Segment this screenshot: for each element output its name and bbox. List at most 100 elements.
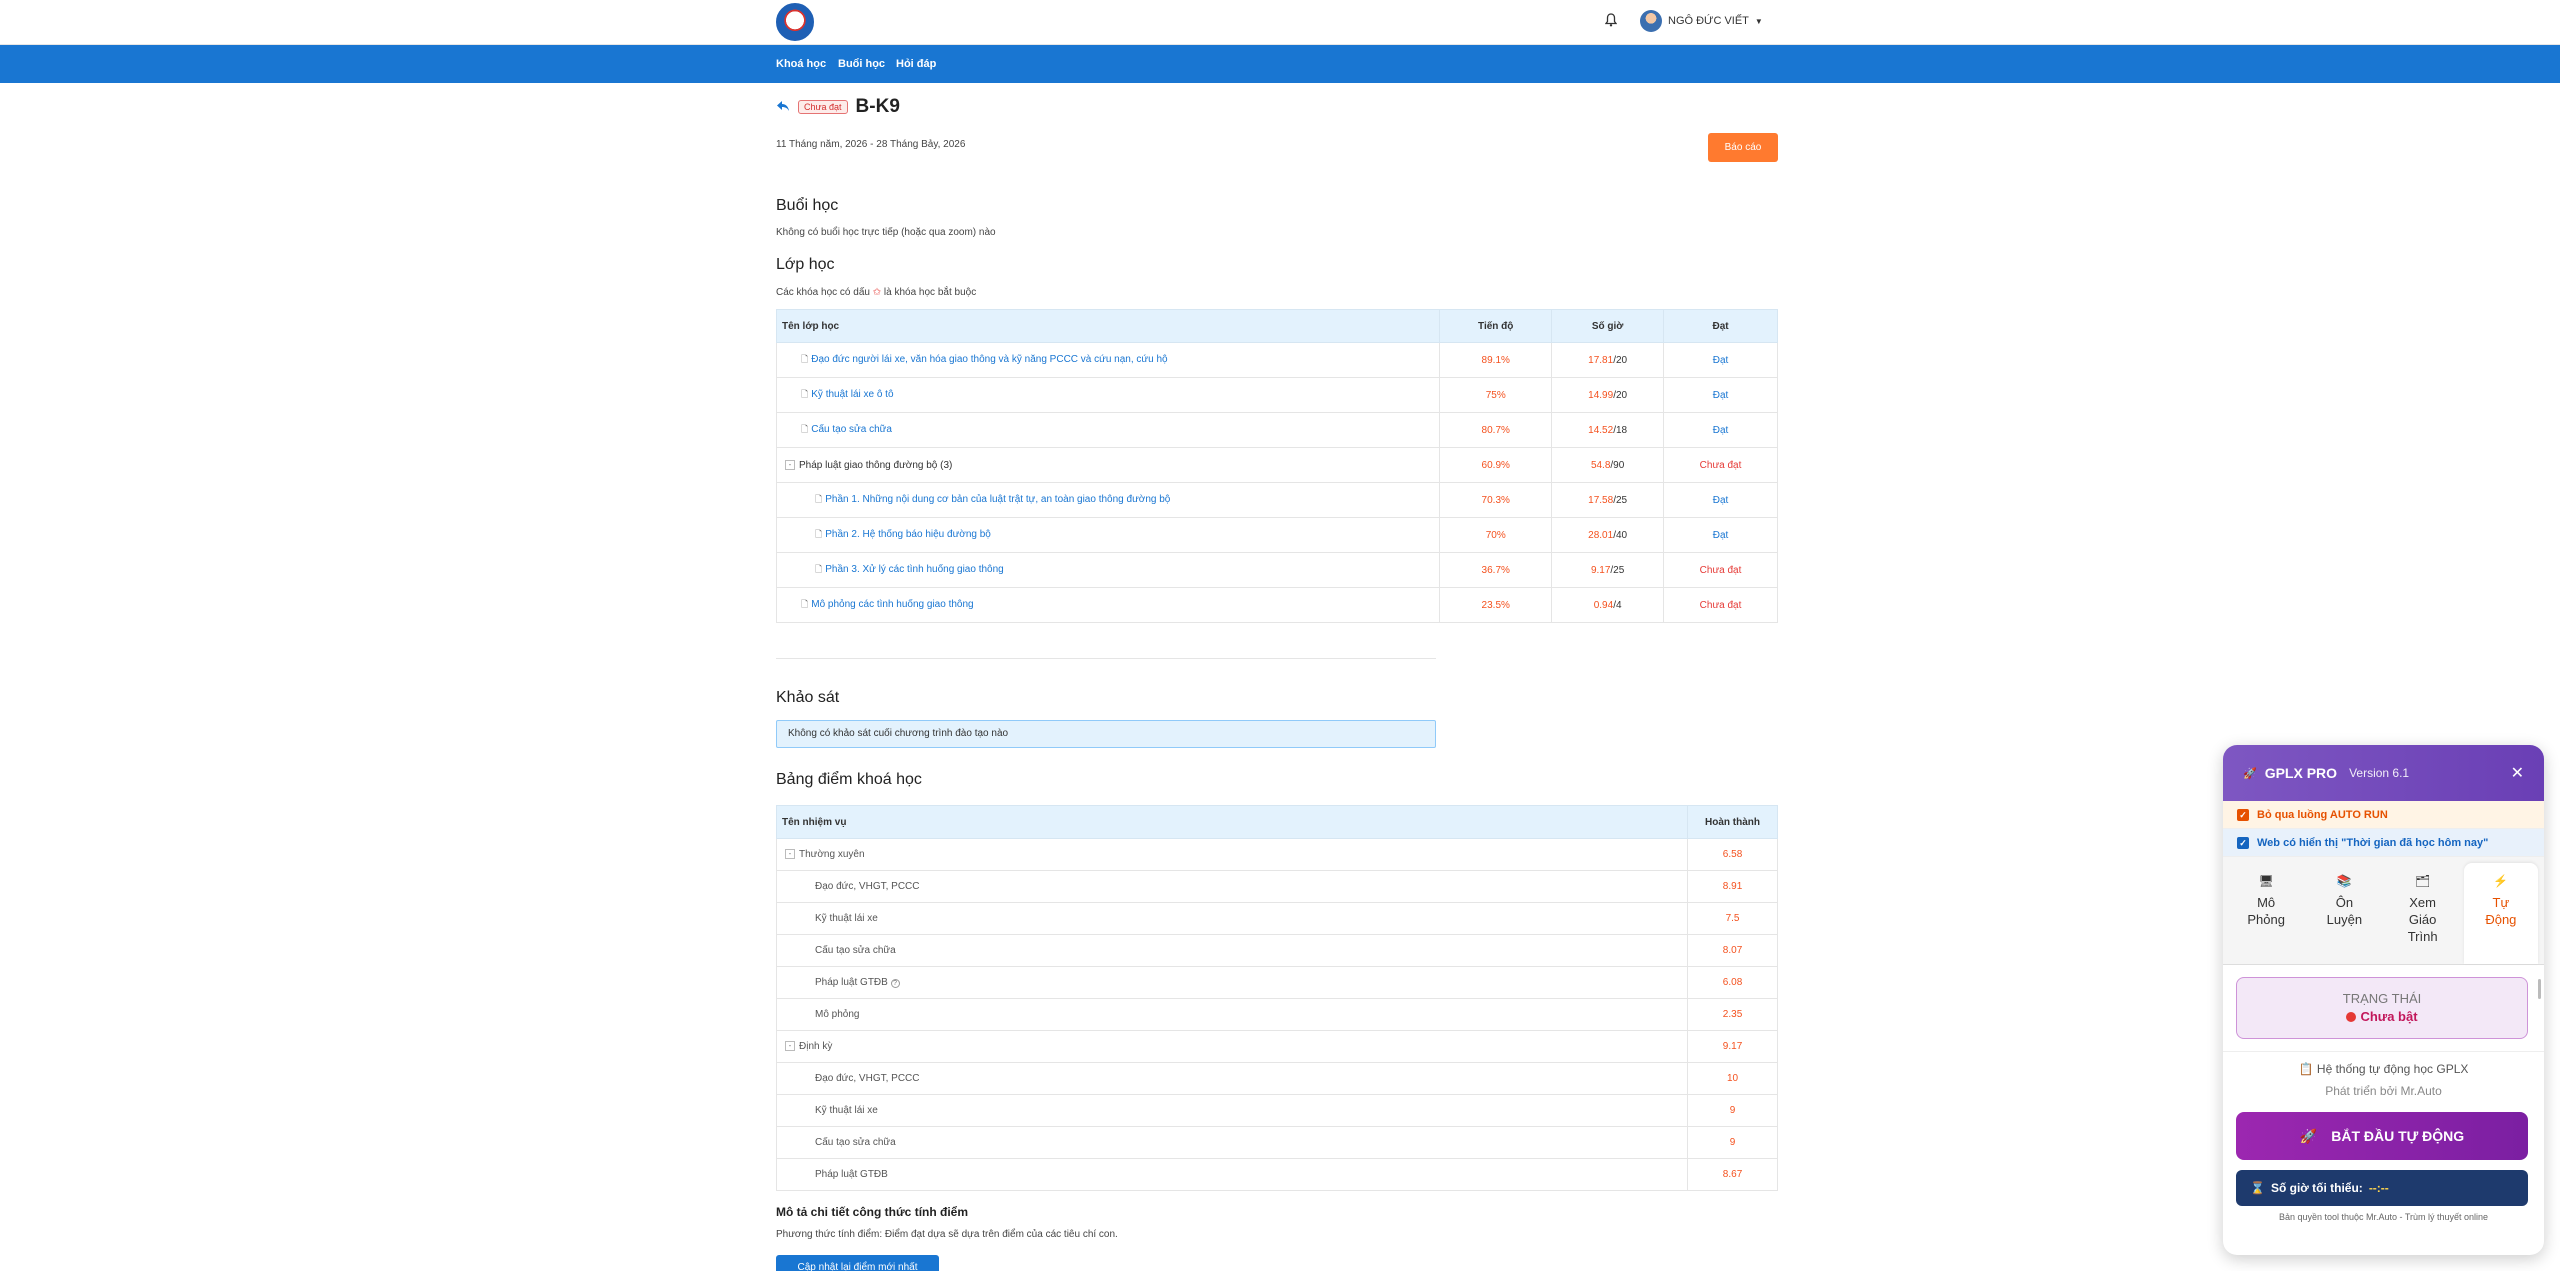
widget-version: Version 6.1 — [2349, 766, 2410, 780]
task-name: Mô phỏng — [815, 1009, 860, 1020]
progress-value: 75% — [1439, 377, 1552, 413]
gplx-pro-widget: 🚀 GPLX PRO Version 6.1 ✕ ✓ Bỏ qua luồng … — [2223, 745, 2544, 1255]
system-subtitle: Phát triển bởi Mr.Auto — [2325, 1084, 2442, 1098]
status-badge: Chưa đạt — [798, 100, 848, 114]
pass-status: Chưa đạt — [1663, 552, 1778, 588]
option-skip-auto-run[interactable]: ✓ Bỏ qua luồng AUTO RUN — [2223, 801, 2544, 829]
classes-table: Tên lớp học Tiến độ Số giờ Đạt 🗋 Đạo đức … — [775, 309, 1778, 623]
min-hours-value: --:-- — [2368, 1181, 2389, 1195]
progress-value: 36.7% — [1439, 552, 1552, 588]
progress-value: 80.7% — [1439, 412, 1552, 448]
pass-status: Đạt — [1663, 482, 1778, 518]
clipboard-icon: 📋 — [2298, 1062, 2314, 1076]
rocket-icon: 🚀 — [2243, 767, 2257, 780]
hours-value: 17.81/20 — [1551, 342, 1664, 378]
widget-tab[interactable]: 🖥 Mô Phỏng — [2229, 863, 2303, 964]
collapse-toggle-icon[interactable]: - — [785, 1041, 795, 1052]
pass-status: Đạt — [1663, 517, 1778, 553]
document-icon: 🗋 — [801, 599, 809, 609]
table-row: 🗋 Đạo đức người lái xe, văn hóa giao thôn… — [775, 342, 1778, 378]
class-link[interactable]: Phần 2. Hệ thống báo hiệu đường bộ — [825, 529, 991, 540]
checkbox-checked-icon[interactable]: ✓ — [2237, 836, 2249, 849]
class-link[interactable]: Đạo đức người lái xe, văn hóa giao thông… — [811, 354, 1167, 365]
widget-tab[interactable]: ⚡ Tự Động — [2463, 863, 2538, 964]
course-title-row: Chưa đạt B-K9 — [776, 96, 900, 118]
rocket-icon: 🚀 — [2299, 1127, 2318, 1144]
completion-value: 8.67 — [1687, 1158, 1778, 1191]
grades-table: Tên nhiệm vụ Hoàn thành - Thường xuyên 6.5… — [775, 805, 1778, 1191]
red-dot-icon — [2346, 1012, 2357, 1022]
page-title: B-K9 — [855, 96, 900, 117]
collapse-toggle-icon[interactable]: - — [785, 849, 795, 860]
scrollbar[interactable] — [2538, 979, 2541, 999]
completion-value: 8.91 — [1687, 870, 1778, 903]
avatar — [1640, 10, 1662, 32]
pass-status: Chưa đạt — [1663, 587, 1778, 623]
hours-value: 54.8/90 — [1551, 447, 1664, 483]
document-icon: 🗋 — [815, 494, 823, 504]
completion-value: 9 — [1687, 1126, 1778, 1159]
table-row: 🗋 Phần 2. Hệ thống báo hiệu đường bộ 70% 28… — [775, 517, 1778, 553]
col-progress: Tiến độ — [1439, 309, 1553, 343]
user-menu[interactable]: NGÔ ĐỨC VIẾT ▼ — [1640, 10, 1763, 32]
col-completion: Hoàn thành — [1687, 805, 1778, 839]
school-logo[interactable] — [776, 3, 814, 41]
progress-value: 60.9% — [1439, 447, 1552, 483]
sessions-heading: Buổi học — [776, 197, 839, 214]
document-icon: 🗋 — [801, 424, 809, 434]
sessions-note: Không có buổi học trực tiếp (hoặc qua zo… — [776, 227, 996, 238]
system-title: Hệ thống tự động học GPLX — [2316, 1062, 2469, 1076]
document-icon: 🗋 — [801, 354, 809, 364]
table-row: Kỹ thuật lái xe 7.5 — [775, 902, 1778, 935]
nav-qa[interactable]: Hỏi đáp — [896, 58, 936, 70]
start-auto-button[interactable]: 🚀 BẮT ĐẦU TỰ ĐỘNG — [2236, 1112, 2528, 1160]
nav-sessions[interactable]: Buổi học — [838, 58, 885, 70]
course-dates: 11 Tháng năm, 2026 - 28 Tháng Bảy, 2026 — [776, 139, 966, 150]
task-name: Kỹ thuật lái xe — [815, 913, 878, 924]
classes-note: Các khóa học có dấu ✩ là khóa học bắt bu… — [776, 287, 977, 298]
task-name: Pháp luật GTĐB — [815, 977, 888, 988]
widget-header: 🚀 GPLX PRO Version 6.1 ✕ — [2223, 745, 2544, 801]
task-name: Cấu tạo sửa chữa — [815, 945, 896, 956]
task-group-name: Định kỳ — [799, 1041, 833, 1052]
nav-courses[interactable]: Khoá học — [776, 58, 826, 70]
class-link[interactable]: Phần 1. Những nội dung cơ bản của luật t… — [825, 494, 1170, 505]
table-row: 🗋 Kỹ thuật lái xe ô tô 75% 14.99/20 Đạt — [775, 377, 1778, 413]
close-icon[interactable]: ✕ — [2511, 763, 2524, 783]
class-link[interactable]: Phần 3. Xử lý các tình huống giao thông — [825, 564, 1004, 575]
checkbox-checked-icon[interactable]: ✓ — [2237, 808, 2249, 821]
widget-tab[interactable]: 📚 Ôn Luyện — [2307, 863, 2381, 964]
book-icon: 📚 — [2336, 874, 2352, 888]
back-arrow-icon[interactable] — [776, 99, 790, 115]
completion-value: 10 — [1687, 1062, 1778, 1095]
table-row: Cấu tạo sửa chữa 9 — [775, 1126, 1778, 1159]
table-row: 🗋 Cấu tạo sửa chữa 80.7% 14.52/18 Đạt — [775, 412, 1778, 448]
document-icon: 🗋 — [801, 389, 809, 399]
hours-value: 28.01/40 — [1551, 517, 1664, 553]
completion-value: 2.35 — [1687, 998, 1778, 1031]
table-row: Đạo đức, VHGT, PCCC 8.91 — [775, 870, 1778, 903]
divider — [776, 658, 1436, 659]
class-link[interactable]: Kỹ thuật lái xe ô tô — [811, 389, 893, 400]
task-name: Đạo đức, VHGT, PCCC — [815, 881, 920, 892]
widget-tab[interactable]: 🗂 Xem Giáo Trình — [2386, 863, 2460, 964]
table-row: 🗋 Phần 3. Xử lý các tình huống giao thông… — [775, 552, 1778, 588]
class-link[interactable]: Mô phỏng các tình huống giao thông — [811, 599, 973, 610]
progress-value: 23.5% — [1439, 587, 1552, 623]
option-show-time[interactable]: ✓ Web có hiển thị "Thời gian đã học hôm … — [2223, 829, 2544, 857]
collapse-toggle-icon[interactable]: - — [785, 459, 795, 470]
table-row: 🗋 Mô phỏng các tình huống giao thông 23.5%… — [775, 587, 1778, 623]
report-button[interactable]: Báo cáo — [1708, 133, 1778, 162]
task-name: Đạo đức, VHGT, PCCC — [815, 1073, 920, 1084]
info-icon[interactable]: ? — [890, 979, 900, 988]
widget-tabs: 🖥 Mô Phỏng 📚 Ôn Luyện 🗂 Xem Giáo Trình ⚡ Tự Động — [2223, 857, 2544, 965]
completion-value: 9 — [1687, 1094, 1778, 1127]
bell-icon[interactable] — [1604, 13, 1619, 29]
update-grades-button[interactable]: Cập nhật lại điểm mới nhất — [776, 1255, 939, 1271]
user-name: NGÔ ĐỨC VIẾT — [1668, 15, 1749, 27]
table-row: - Pháp luật giao thông đường bộ (3) 60.9% 5… — [775, 447, 1778, 483]
progress-value: 89.1% — [1439, 342, 1552, 378]
class-link[interactable]: Cấu tạo sửa chữa — [811, 424, 892, 435]
min-hours-bar: ⌛ Số giờ tối thiểu: --:-- — [2236, 1170, 2528, 1206]
table-row: 🗋 Phần 1. Những nội dung cơ bản của luật … — [775, 482, 1778, 518]
